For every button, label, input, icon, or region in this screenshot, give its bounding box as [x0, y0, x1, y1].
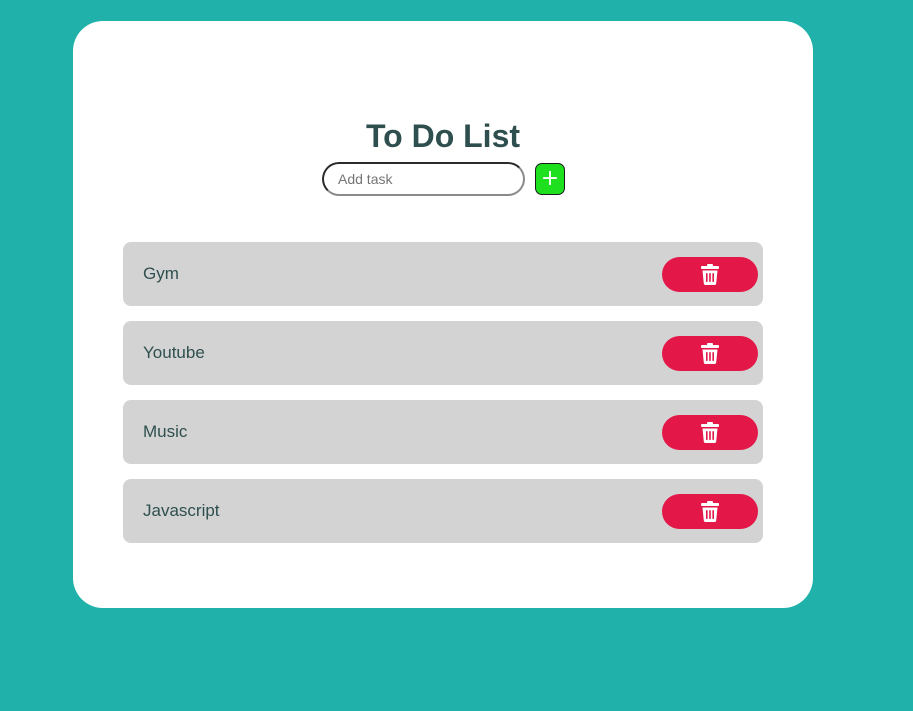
- delete-task-button[interactable]: [662, 336, 758, 371]
- list-item: Javascript: [123, 479, 763, 543]
- task-label: Youtube: [143, 343, 205, 362]
- todo-card: To Do List + Gym Youtube: [73, 21, 813, 608]
- delete-task-button[interactable]: [662, 257, 758, 292]
- list-item: Gym: [123, 242, 763, 306]
- task-label: Music: [143, 422, 188, 441]
- task-list: Gym Youtube Music Javascript: [123, 242, 763, 558]
- task-label: Javascript: [143, 501, 220, 520]
- add-task-row: +: [322, 162, 565, 196]
- trash-icon: [701, 264, 719, 285]
- task-label: Gym: [143, 264, 179, 283]
- trash-icon: [701, 343, 719, 364]
- trash-icon: [701, 501, 719, 522]
- add-task-input[interactable]: [322, 162, 525, 196]
- delete-task-button[interactable]: [662, 415, 758, 450]
- trash-icon: [701, 422, 719, 443]
- list-item: Music: [123, 400, 763, 464]
- add-task-button[interactable]: +: [535, 163, 565, 195]
- list-item: Youtube: [123, 321, 763, 385]
- delete-task-button[interactable]: [662, 494, 758, 529]
- page-title: To Do List: [365, 118, 521, 154]
